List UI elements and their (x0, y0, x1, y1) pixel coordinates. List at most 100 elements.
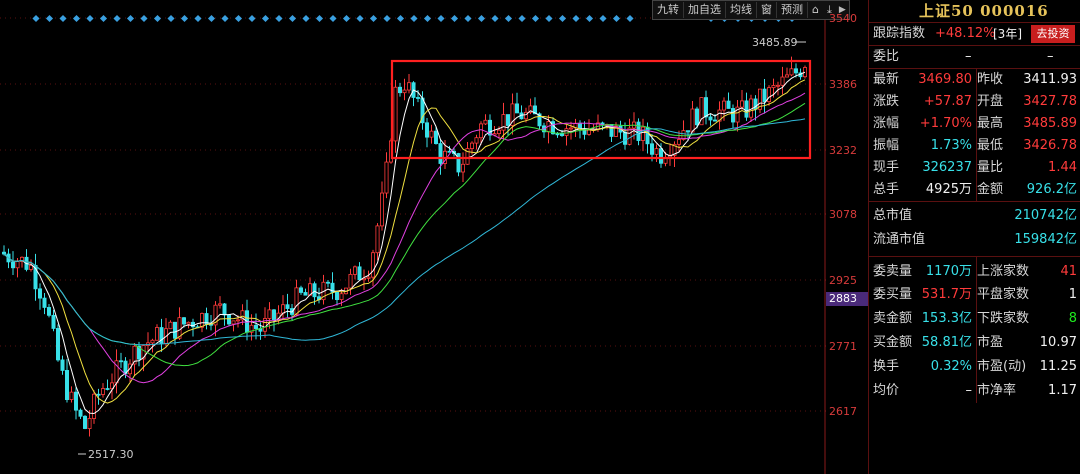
signal-diamond-icon (585, 14, 594, 23)
index-title: 上证50 000016 (869, 0, 1080, 23)
candle-body (101, 388, 106, 395)
signal-diamond-icon (450, 14, 459, 23)
candle-body (384, 161, 389, 194)
avg-label: 均价 (873, 383, 900, 398)
candle-body (623, 131, 628, 145)
vol-ratio-label: 量比 (977, 160, 1004, 175)
down-count-label: 下跌家数 (977, 311, 1030, 326)
candle-body (771, 85, 776, 89)
candle-body (150, 339, 155, 344)
signal-diamond-icon (45, 14, 54, 23)
sell-vol-row: 委卖量 1170万 上涨家数 41 (869, 261, 1080, 283)
candle-body (42, 297, 47, 308)
candle-body (339, 293, 344, 300)
candle-body (505, 114, 510, 126)
toolbar-forecast-button[interactable]: 预测 (777, 2, 808, 18)
signal-diamond-icon (234, 14, 243, 23)
candle-body (659, 148, 664, 164)
candle-body (677, 139, 682, 145)
candle-body (379, 192, 384, 227)
amp-value: 1.73% (930, 138, 972, 153)
sell-amt-label: 卖金额 (873, 311, 913, 326)
candle-body (433, 130, 438, 144)
candle-body (478, 123, 483, 139)
signal-diamond-icon (572, 14, 580, 23)
signal-diamond-icon (329, 14, 337, 23)
sell-amt-row: 卖金额 153.3亿 下跌家数 8 (869, 307, 1080, 331)
candle-body (15, 261, 20, 269)
candle-body (325, 281, 330, 284)
change-label: 涨跌 (873, 94, 900, 109)
sell-vol-label: 委卖量 (873, 264, 913, 279)
pct-value: +1.70% (919, 116, 972, 131)
signal-diamond-icon (221, 14, 229, 23)
candle-body (762, 88, 767, 102)
candle-body (87, 418, 92, 429)
candle-body (280, 304, 285, 314)
candle-body (168, 321, 173, 330)
open-value: 3427.78 (1023, 94, 1077, 109)
ma30-line (3, 102, 806, 367)
mkt-cap-row: 总市值 210742亿 (869, 204, 1080, 228)
low-value: 3426.78 (1023, 138, 1077, 153)
candle-body (181, 317, 186, 325)
candle-body (636, 121, 641, 141)
pe-dyn-value: 11.25 (1039, 359, 1077, 374)
signal-diamond-icon (207, 14, 216, 23)
candle-body (731, 108, 736, 123)
track-value: +48.12% (935, 26, 996, 41)
flat-count-value: 1 (1068, 287, 1077, 302)
weibi-diff-value: – (1047, 49, 1054, 64)
candle-body (722, 100, 727, 111)
flat-count-label: 平盘家数 (977, 287, 1030, 302)
signal-diamond-icon (464, 14, 472, 23)
toolbar-add-favorite-button[interactable]: 加自选 (684, 2, 726, 18)
signal-diamond-icon (194, 14, 202, 23)
signal-diamond-icon (32, 14, 40, 23)
signal-diamond-icon (396, 14, 405, 23)
price-block: 最新 3469.80 昨收 3411.93 涨跌 +57.87 开盘 3427.… (869, 68, 1080, 201)
signal-diamond-icon (504, 14, 513, 23)
candle-body (56, 328, 61, 361)
candle-body (397, 86, 402, 94)
pct-label: 涨幅 (873, 116, 900, 131)
high-price-mark: 3485.89 (752, 36, 798, 49)
kline-chart[interactable]: 九转 加自选 均线 窗 预测 ⌂ ⤓ ▶ 3485.89 2517.30 (0, 0, 850, 474)
chart-toolbar: 九转 加自选 均线 窗 预测 ⌂ ⤓ ▶ (652, 0, 850, 20)
amp-label: 振幅 (873, 138, 900, 153)
candle-body (587, 129, 592, 135)
toolbar-ma-button[interactable]: 均线 (726, 2, 757, 18)
candle-body (578, 122, 583, 130)
candle-body (235, 319, 240, 322)
candle-body (74, 391, 79, 411)
lock-icon[interactable]: ⌂ (808, 2, 823, 18)
candle-body (83, 415, 88, 429)
float-cap-label: 流通市值 (873, 232, 926, 247)
toolbar-jiuzhuan-button[interactable]: 九转 (653, 2, 684, 18)
signal-diamond-icon (356, 14, 364, 23)
signal-diamond-icon (315, 14, 324, 23)
candle-body (38, 288, 43, 299)
invest-button[interactable]: 去投资 (1031, 25, 1075, 43)
signal-diamond-icon (180, 14, 189, 23)
candle-body (60, 359, 65, 371)
total-hand-value: 4925万 (925, 182, 972, 197)
candle-body (267, 309, 272, 319)
turnover-value: 0.32% (930, 359, 972, 374)
mkt-cap-label: 总市值 (873, 208, 913, 223)
buy-amt-value: 58.81亿 (921, 335, 972, 350)
amount-label: 金额 (977, 182, 1004, 197)
candle-body (2, 251, 7, 255)
candle-body (704, 97, 709, 118)
cur-hand-label: 现手 (873, 160, 900, 175)
candle-body (785, 74, 790, 78)
signal-diamond-icon (153, 14, 162, 23)
toolbar-window-button[interactable]: 窗 (757, 2, 777, 18)
low-price-mark: 2517.30 (88, 448, 134, 461)
mkt-cap-value: 210742亿 (1014, 208, 1077, 223)
kline-svg[interactable] (0, 0, 826, 474)
price-tick-label: 2771 (829, 340, 857, 353)
signal-diamond-icon (72, 14, 81, 23)
order-block: 委卖量 1170万 上涨家数 41 委买量 531.7万 平盘家数 1 卖金额 … (869, 256, 1080, 403)
candle-body (105, 388, 110, 390)
